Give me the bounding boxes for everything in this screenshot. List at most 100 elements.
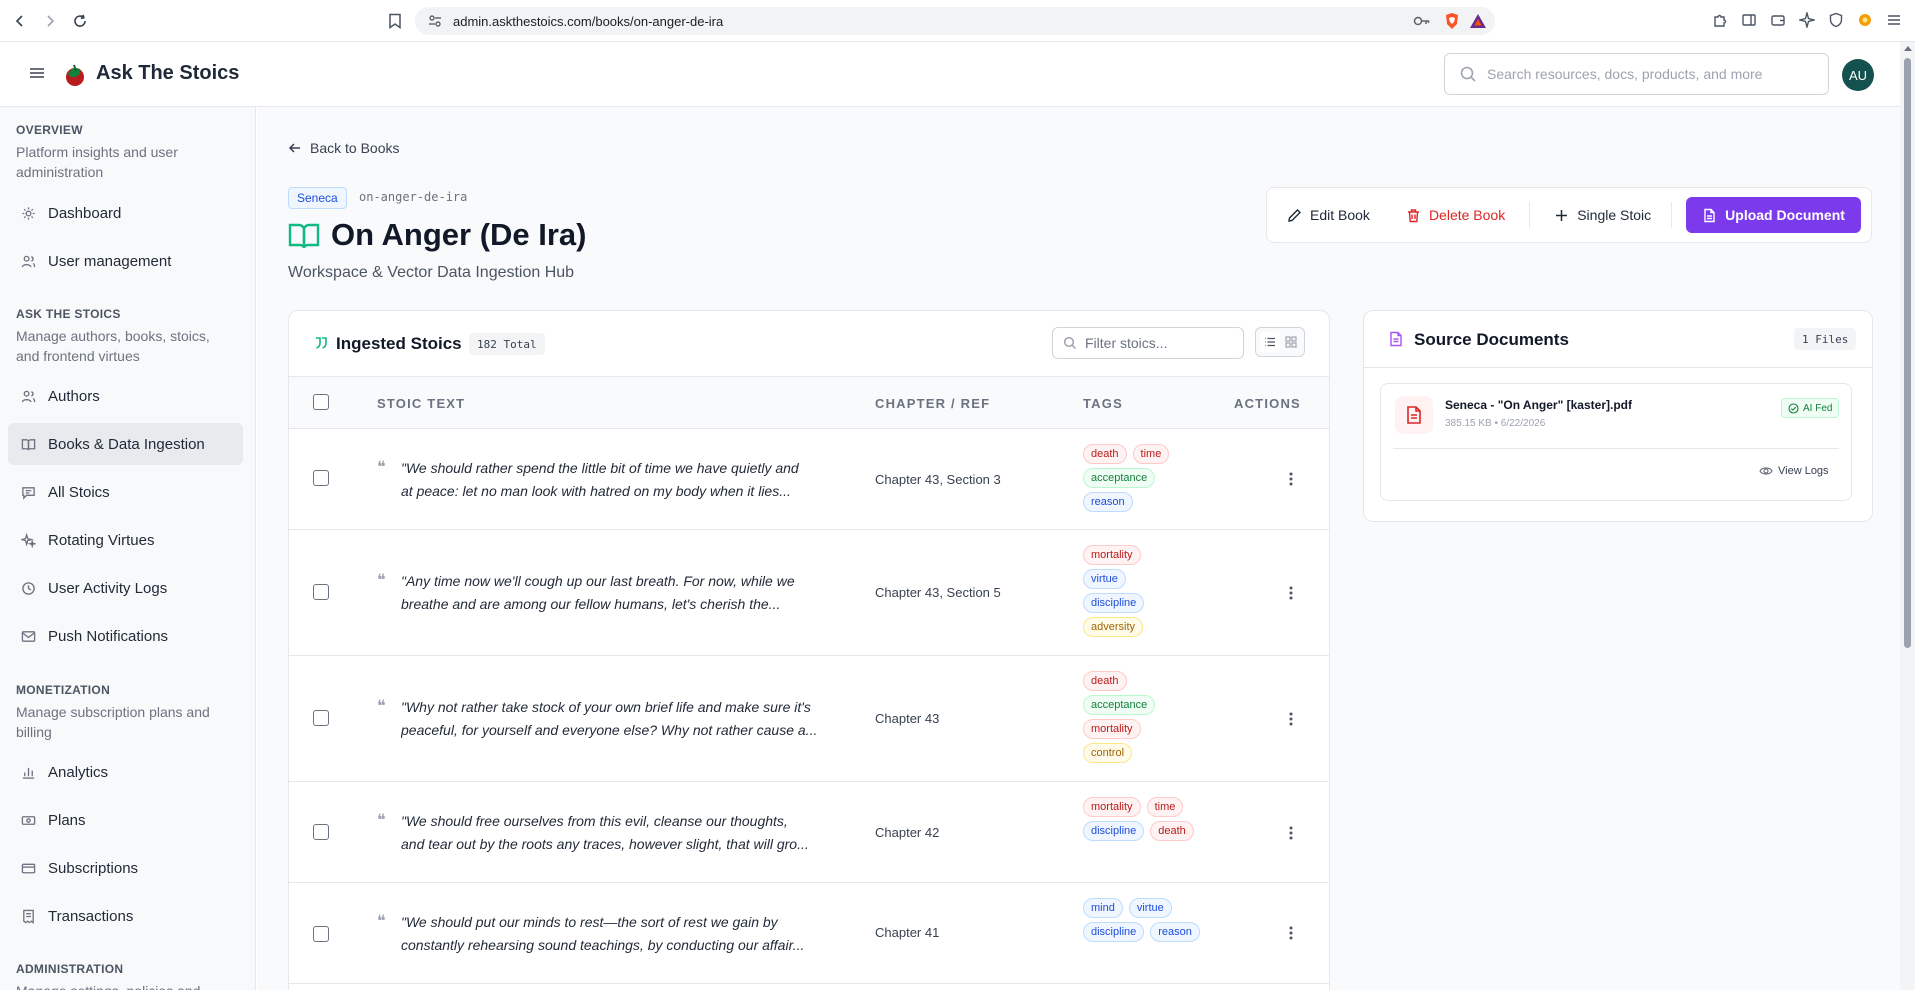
scroll-up-arrow-icon[interactable] — [1903, 46, 1912, 51]
table-row[interactable]: ❝ "We should rather spend the little bit… — [289, 429, 1329, 530]
row-checkbox[interactable] — [313, 926, 329, 942]
toolbar-divider — [1671, 202, 1673, 228]
arrow-left-icon — [288, 143, 300, 153]
tag[interactable]: reason — [1150, 922, 1200, 942]
scrollbar-thumb[interactable] — [1904, 58, 1911, 648]
bookmark-icon[interactable] — [384, 10, 406, 32]
tag[interactable]: discipline — [1083, 922, 1145, 942]
column-header-chapter[interactable]: CHAPTER / REF — [875, 396, 990, 411]
row-checkbox[interactable] — [313, 470, 329, 486]
single-stoic-button[interactable]: Single Stoic — [1544, 197, 1661, 233]
sidebar-item-label: User management — [48, 252, 172, 270]
row-actions-kebab-icon[interactable] — [1281, 709, 1301, 729]
tag[interactable]: mortality — [1083, 719, 1141, 739]
document-name[interactable]: Seneca - "On Anger" [kaster].pdf — [1445, 398, 1632, 412]
section-desc-monetization: Manage subscription plans and billing — [16, 704, 210, 740]
tag[interactable]: reason — [1083, 492, 1133, 512]
row-checkbox[interactable] — [313, 710, 329, 726]
sidebar-item-subscriptions[interactable]: Subscriptions — [8, 847, 243, 889]
sidebar-item-authors[interactable]: Authors — [8, 375, 243, 417]
tag[interactable]: death — [1150, 821, 1194, 841]
sidebar-item-transactions[interactable]: Transactions — [8, 895, 243, 937]
sidebar-item-user-management[interactable]: User management — [8, 240, 243, 282]
tag[interactable]: mind — [1083, 898, 1123, 918]
view-logs-button[interactable]: View Logs — [1759, 464, 1829, 478]
list-view-icon[interactable] — [1259, 332, 1280, 352]
shield-icon[interactable] — [1827, 11, 1845, 29]
site-settings-icon[interactable] — [427, 13, 443, 29]
section-title-ask-the-stoics: ASK THE STOICS — [16, 307, 121, 321]
row-actions-kebab-icon[interactable] — [1281, 469, 1301, 489]
tag[interactable]: discipline — [1083, 821, 1145, 841]
extension-icons — [1711, 11, 1903, 29]
delete-book-button[interactable]: Delete Book — [1396, 197, 1515, 233]
tag[interactable]: death — [1083, 671, 1127, 691]
sidebar-item-dashboard[interactable]: Dashboard — [8, 192, 243, 234]
address-bar[interactable]: admin.askthestoics.com/books/on-anger-de… — [415, 7, 1495, 35]
app-name[interactable]: Ask The Stoics — [96, 62, 239, 85]
column-header-stoic-text[interactable]: STOIC TEXT — [377, 396, 465, 411]
key-icon[interactable] — [1413, 12, 1431, 30]
puzzle-icon[interactable] — [1711, 11, 1729, 29]
row-checkbox[interactable] — [313, 584, 329, 600]
back-arrow-icon[interactable] — [6, 7, 34, 35]
sidebar-panel-icon[interactable] — [1740, 11, 1758, 29]
tag[interactable]: mortality — [1083, 797, 1141, 817]
sidebar-item-rotating-virtues[interactable]: Rotating Virtues — [8, 519, 243, 561]
tag[interactable]: acceptance — [1083, 468, 1156, 488]
tag[interactable]: time — [1146, 797, 1184, 817]
search-input[interactable] — [1487, 66, 1817, 82]
tag[interactable]: time — [1132, 444, 1170, 464]
wallet-icon[interactable] — [1769, 11, 1787, 29]
avatar[interactable]: AU — [1842, 59, 1874, 91]
grid-view-icon[interactable] — [1281, 332, 1301, 352]
upload-document-button[interactable]: Upload Document — [1686, 197, 1861, 233]
sparkle-icon[interactable] — [1798, 11, 1816, 29]
table-row[interactable]: ❝ "We should free ourselves from this ev… — [289, 782, 1329, 883]
row-actions-kebab-icon[interactable] — [1281, 823, 1301, 843]
select-all-checkbox[interactable] — [313, 394, 329, 410]
sidebar-item-analytics[interactable]: Analytics — [8, 751, 243, 793]
tag[interactable]: adversity — [1083, 617, 1144, 637]
pdf-file-icon — [1395, 396, 1433, 434]
tag[interactable]: control — [1083, 743, 1133, 763]
edit-book-button[interactable]: Edit Book — [1277, 197, 1380, 233]
global-search[interactable] — [1444, 53, 1829, 95]
sidebar-item-label: Plans — [48, 811, 86, 829]
tag[interactable]: virtue — [1128, 898, 1172, 918]
sidebar-item-push-notifications[interactable]: Push Notifications — [8, 615, 243, 657]
row-checkbox[interactable] — [313, 824, 329, 840]
forward-arrow-icon[interactable] — [36, 7, 64, 35]
back-to-books-link[interactable]: Back to Books — [288, 140, 400, 156]
hamburger-menu-icon[interactable] — [28, 66, 46, 80]
table-row[interactable]: ❝ "We should put our minds to rest—the s… — [289, 883, 1329, 984]
url-text[interactable]: admin.askthestoics.com/books/on-anger-de… — [453, 14, 723, 29]
stoic-text-line: at peace: let no man look with hatred on… — [401, 483, 791, 499]
reload-icon[interactable] — [66, 7, 94, 35]
tag[interactable]: death — [1083, 444, 1127, 464]
filter-stoics-input[interactable] — [1085, 335, 1235, 351]
sidebar-item-all-stoics[interactable]: All Stoics — [8, 471, 243, 513]
leo-ai-icon[interactable] — [1856, 11, 1874, 29]
brave-shield-icon[interactable] — [1443, 12, 1461, 30]
row-actions-kebab-icon[interactable] — [1281, 923, 1301, 943]
menu-icon[interactable] — [1885, 11, 1903, 29]
tag[interactable]: discipline — [1083, 593, 1145, 613]
tag[interactable]: acceptance — [1083, 695, 1156, 715]
table-row[interactable]: ❝ "Any time now we'll cough up our last … — [289, 530, 1329, 656]
page-scrollbar[interactable] — [1900, 42, 1915, 990]
sidebar-item-books[interactable]: Books & Data Ingestion — [8, 423, 243, 465]
tag[interactable]: mortality — [1083, 545, 1141, 565]
table-row[interactable]: ❝ "Why not rather take stock of your own… — [289, 656, 1329, 782]
row-actions-kebab-icon[interactable] — [1281, 583, 1301, 603]
filter-stoics[interactable] — [1052, 327, 1244, 359]
column-header-tags[interactable]: TAGS — [1083, 396, 1123, 411]
sidebar-item-user-activity-logs[interactable]: User Activity Logs — [8, 567, 243, 609]
app-logo[interactable] — [62, 62, 88, 88]
author-badge[interactable]: Seneca — [288, 187, 347, 209]
sidebar-item-plans[interactable]: Plans — [8, 799, 243, 841]
document-item[interactable]: Seneca - "On Anger" [kaster].pdf 385.15 … — [1380, 383, 1852, 501]
rewards-triangle-icon[interactable] — [1469, 12, 1487, 30]
search-icon — [1460, 66, 1476, 82]
tag[interactable]: virtue — [1083, 569, 1126, 589]
